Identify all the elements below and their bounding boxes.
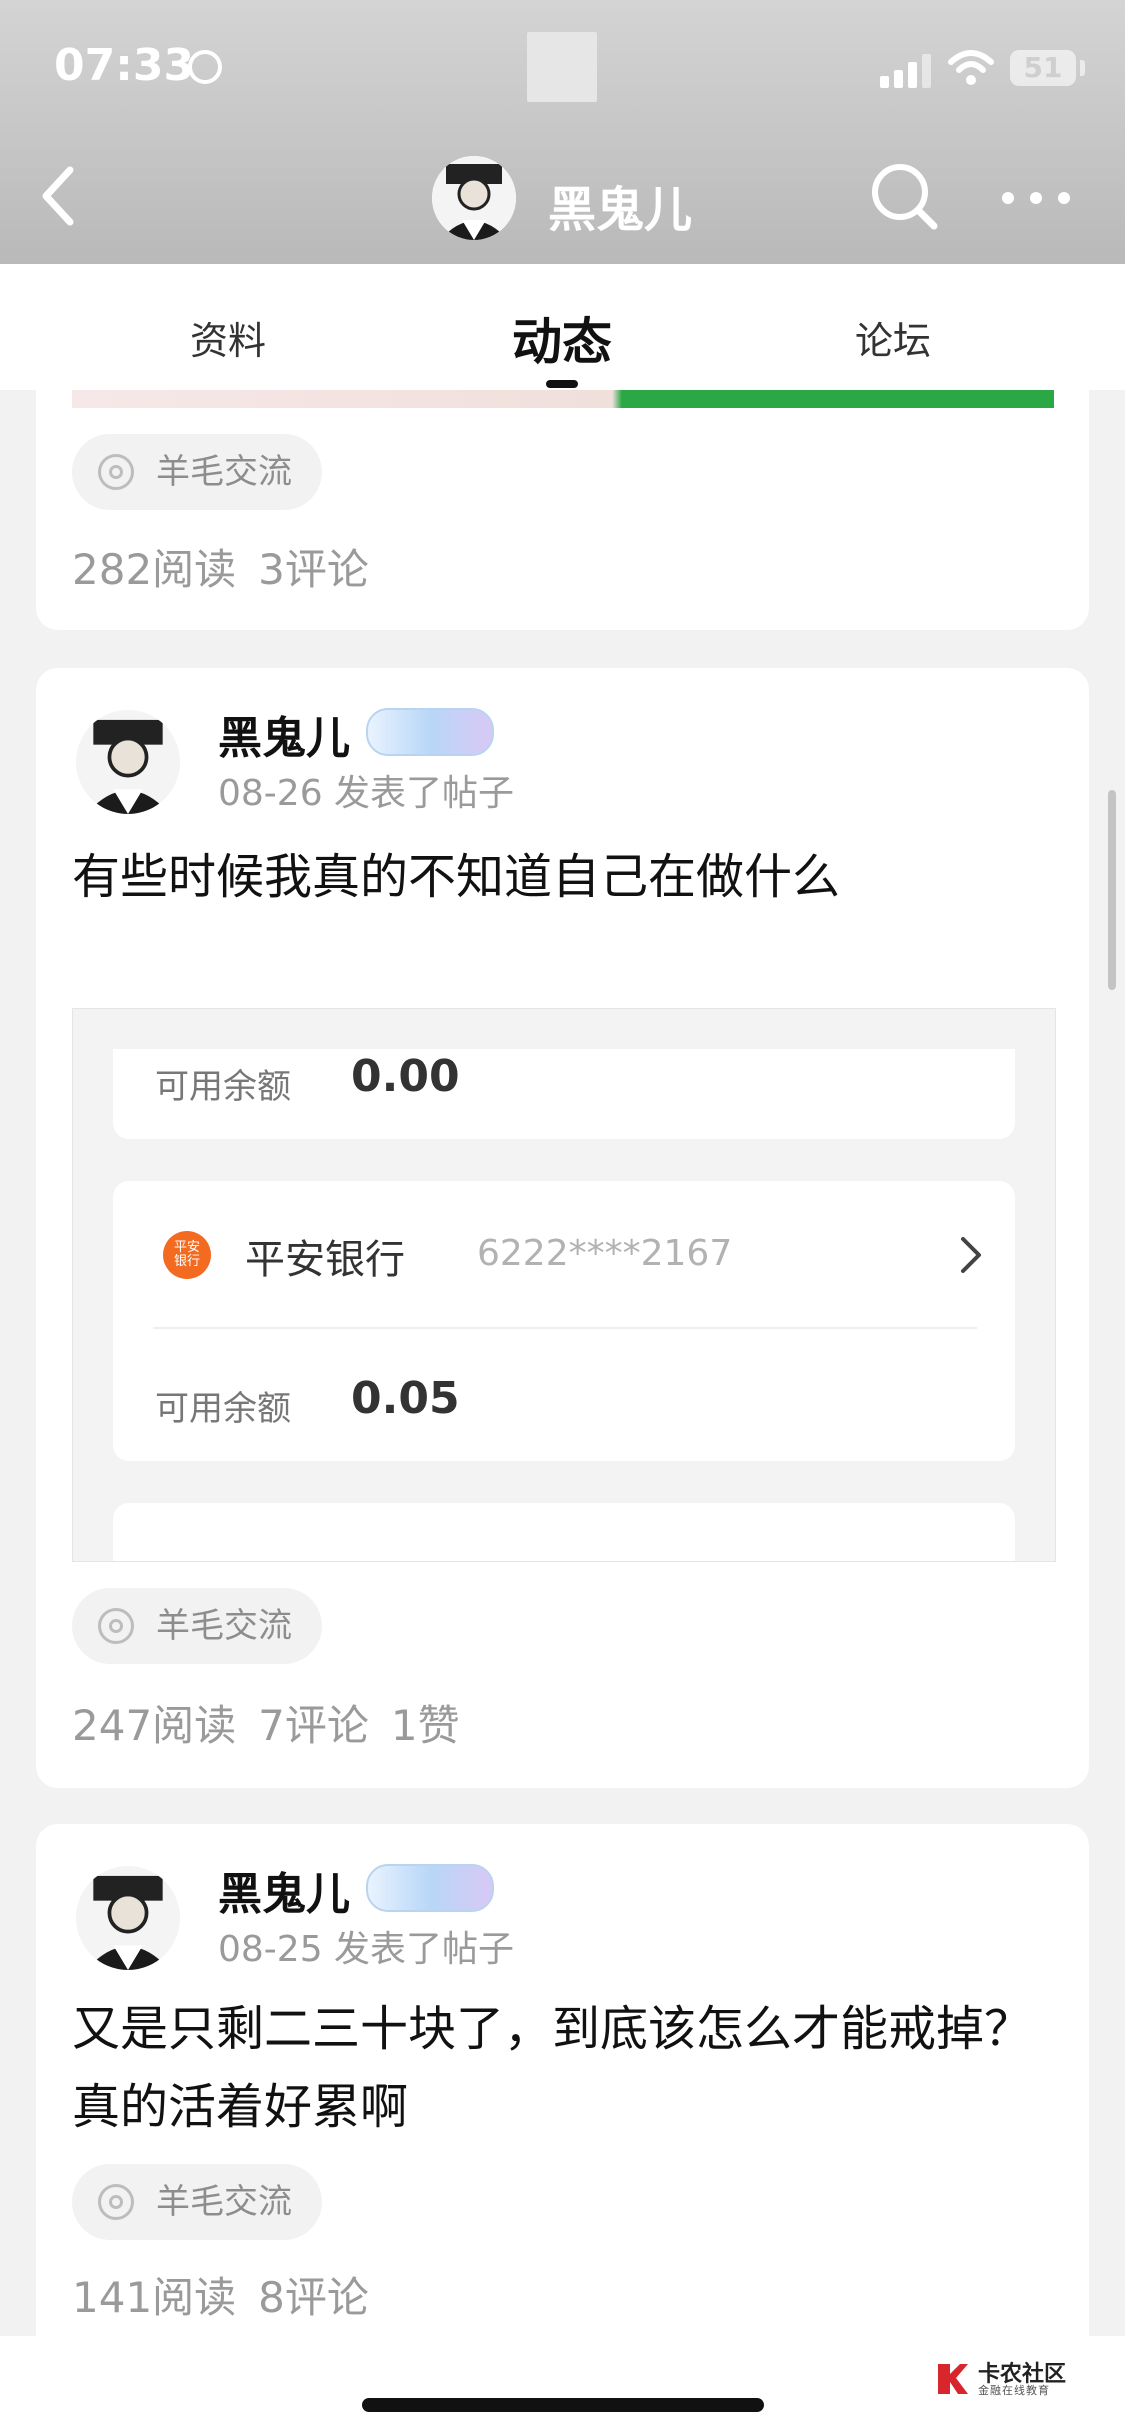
topic-tag-label: 羊毛交流 [156,2182,292,2222]
author-avatar[interactable] [76,710,180,814]
post-meta: 08-26 发表了帖子 [218,773,515,814]
post-stats: 141阅读 8评论 [72,2264,391,2325]
read-count: 247阅读 [72,1701,237,1750]
post-image[interactable]: 可用余额 0.00 平安 银行 平安银行 6222****2167 可用余额 0.… [72,1008,1056,1562]
kanong-logo-icon [938,2364,968,2394]
cellular-signal-icon [880,54,932,88]
post-stats: 247阅读 7评论 1赞 [72,1692,482,1753]
topic-tag-icon [98,2184,134,2220]
watermark-subtitle: 金融在线教育 [978,2384,1050,2397]
post-card[interactable]: 羊毛交流 282阅读 3评论 [36,390,1089,630]
avatar-portrait-icon [76,1866,180,1970]
topic-tag[interactable]: 羊毛交流 [72,2164,322,2240]
tab-profile-info[interactable]: 资料 [190,310,266,365]
battery-cap [1080,60,1085,76]
author-avatar[interactable] [76,1866,180,1970]
ping-an-bank-logo: 平安 银行 [163,1231,211,1279]
comment-count: 7评论 [258,1701,369,1750]
read-count: 141阅读 [72,2273,237,2322]
balance-label: 可用余额 [155,1389,291,1429]
avatar-portrait-icon [76,710,180,814]
status-time: 07:33 [54,40,195,91]
balance-amount: 0.00 [351,1051,460,1102]
member-badge-icon [366,708,494,756]
post-stats: 282阅读 3评论 [72,536,391,597]
emoji-status-icon [188,50,222,84]
search-icon[interactable] [868,160,940,232]
back-icon[interactable] [36,164,80,228]
tab-forum[interactable]: 论坛 [855,310,931,365]
home-indicator[interactable] [362,2398,764,2412]
header-title: 黑鬼儿 [548,182,693,238]
profile-tabs: 资料 动态 论坛 [0,264,1125,390]
topic-tag[interactable]: 羊毛交流 [72,434,322,510]
top-bar: 07:33 51 黑鬼儿 [0,0,1125,264]
topic-tag[interactable]: 羊毛交流 [72,1588,322,1664]
post-card[interactable]: 黑鬼儿 08-25 发表了帖子 又是只剩二三十块了，到底该怎么才能戒掉？真的活着… [36,1824,1089,2384]
topic-tag-label: 羊毛交流 [156,452,292,492]
topic-tag-label: 羊毛交流 [156,1606,292,1646]
comment-count: 8评论 [258,2273,369,2322]
post-card[interactable]: 黑鬼儿 08-26 发表了帖子 有些时候我真的不知道自己在做什么 可用余额 0.… [36,668,1089,1788]
bank-card: 平安 银行 平安银行 6222****2167 可用余额 0.05 [113,1181,1015,1461]
post-image-fragment [72,390,1054,408]
avatar-portrait-icon [432,156,516,240]
card-number: 6222****2167 [477,1233,733,1274]
wifi-icon [948,50,994,85]
more-icon[interactable] [1000,188,1072,208]
post-meta: 08-25 发表了帖子 [218,1929,515,1970]
header-avatar[interactable] [432,156,516,240]
battery-icon: 51 [1010,50,1076,86]
chevron-right-icon [961,1237,981,1273]
screen-record-icon [527,32,597,102]
topic-tag-icon [98,454,134,490]
tab-activity[interactable]: 动态 [512,302,612,374]
active-tab-indicator [546,380,578,388]
topic-tag-icon [98,1608,134,1644]
bank-card-partial [113,1503,1015,1561]
author-name[interactable]: 黑鬼儿 [218,702,350,766]
bank-name: 平安银行 [245,1237,405,1283]
comment-count: 3评论 [258,545,369,594]
member-badge-icon [366,1864,494,1912]
author-name[interactable]: 黑鬼儿 [218,1858,350,1922]
like-count: 1赞 [390,1701,460,1750]
post-title[interactable]: 有些时候我真的不知道自己在做什么 [72,838,1062,916]
balance-label: 可用余额 [155,1067,291,1107]
balance-card: 可用余额 0.00 [113,1049,1015,1139]
scrollbar[interactable] [1108,790,1116,990]
post-title[interactable]: 又是只剩二三十块了，到底该怎么才能戒掉？真的活着好累啊 [72,1990,1062,2146]
read-count: 282阅读 [72,545,237,594]
watermark: 卡农社区 金融在线教育 [934,2356,1084,2402]
divider [153,1327,977,1329]
balance-amount: 0.05 [351,1373,460,1424]
